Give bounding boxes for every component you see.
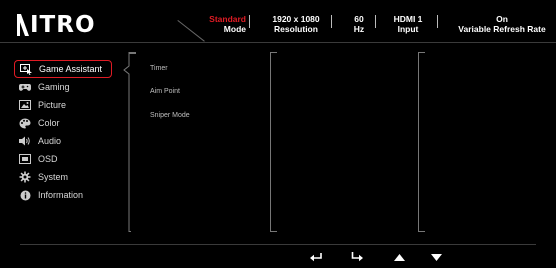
- submenu-item-sniper-mode[interactable]: Sniper Mode: [150, 112, 190, 119]
- enter-icon[interactable]: [350, 251, 364, 263]
- menu-item-label: Game Assistant: [39, 64, 103, 74]
- menu-item-audio[interactable]: Audio: [14, 132, 112, 150]
- picture-icon: [18, 99, 32, 111]
- menu-item-system[interactable]: System: [14, 168, 112, 186]
- status-separator: [437, 15, 438, 28]
- menu-item-label: Color: [38, 118, 60, 128]
- menu-item-label: OSD: [38, 154, 58, 164]
- menu-item-gaming[interactable]: Gaming: [14, 78, 112, 96]
- status-mode: Standard Mode: [200, 14, 246, 34]
- nitro-logo: ITRO: [17, 10, 96, 40]
- status-resolution: 1920 x 1080 Resolution: [264, 14, 328, 34]
- game-assistant-icon: [19, 63, 33, 75]
- menu-item-game-assistant[interactable]: Game Assistant: [14, 60, 112, 78]
- submenu-bracket: [123, 52, 131, 232]
- monitor-osd: ITRO Standard Mode 1920 x 1080 Resolutio…: [0, 0, 556, 268]
- status-vrr: On Variable Refresh Rate: [452, 14, 552, 34]
- header-divider: [0, 42, 556, 43]
- status-separator: [249, 15, 250, 28]
- menu-item-label: Gaming: [38, 82, 70, 92]
- detail-column-bracket: [418, 52, 425, 232]
- status-input-label: Input: [397, 24, 419, 34]
- status-resolution-value: 1920 x 1080: [272, 14, 320, 24]
- status-vrr-label: Variable Refresh Rate: [458, 24, 546, 34]
- gamepad-icon: [18, 81, 32, 93]
- submenu-item-timer[interactable]: Timer: [150, 65, 168, 72]
- status-separator: [375, 15, 376, 28]
- status-input: HDMI 1 Input: [388, 14, 428, 34]
- brand-text: ITRO: [30, 12, 96, 38]
- info-icon: [18, 189, 32, 201]
- value-column-bracket: [270, 52, 277, 232]
- status-separator: [331, 15, 332, 28]
- palette-icon: [18, 117, 32, 129]
- status-refresh-value: 60: [354, 14, 364, 24]
- osd-icon: [18, 153, 32, 165]
- status-vrr-value: On: [496, 14, 508, 24]
- gear-icon: [18, 171, 32, 183]
- status-input-value: HDMI 1: [393, 14, 423, 24]
- logo-mark: [17, 14, 29, 36]
- menu-item-label: Picture: [38, 100, 67, 110]
- menu-item-information[interactable]: Information: [14, 186, 112, 204]
- up-arrow-icon[interactable]: [392, 251, 406, 263]
- status-mode-value: Standard: [209, 14, 246, 24]
- menu-item-osd[interactable]: OSD: [14, 150, 112, 168]
- status-mode-label: Mode: [223, 24, 246, 34]
- status-refresh-label: Hz: [353, 24, 365, 34]
- status-resolution-label: Resolution: [274, 24, 318, 34]
- menu-item-picture[interactable]: Picture: [14, 96, 112, 114]
- down-arrow-icon[interactable]: [429, 251, 443, 263]
- status-refresh: 60 Hz: [348, 14, 370, 34]
- submenu-item-aim-point[interactable]: Aim Point: [150, 88, 180, 95]
- menu-item-label: Information: [38, 190, 84, 200]
- speaker-icon: [18, 135, 32, 147]
- menu-item-label: Audio: [38, 136, 62, 146]
- menu-item-label: System: [38, 172, 69, 182]
- footer-divider: [20, 244, 536, 245]
- menu-item-color[interactable]: Color: [14, 114, 112, 132]
- back-icon[interactable]: [309, 251, 323, 263]
